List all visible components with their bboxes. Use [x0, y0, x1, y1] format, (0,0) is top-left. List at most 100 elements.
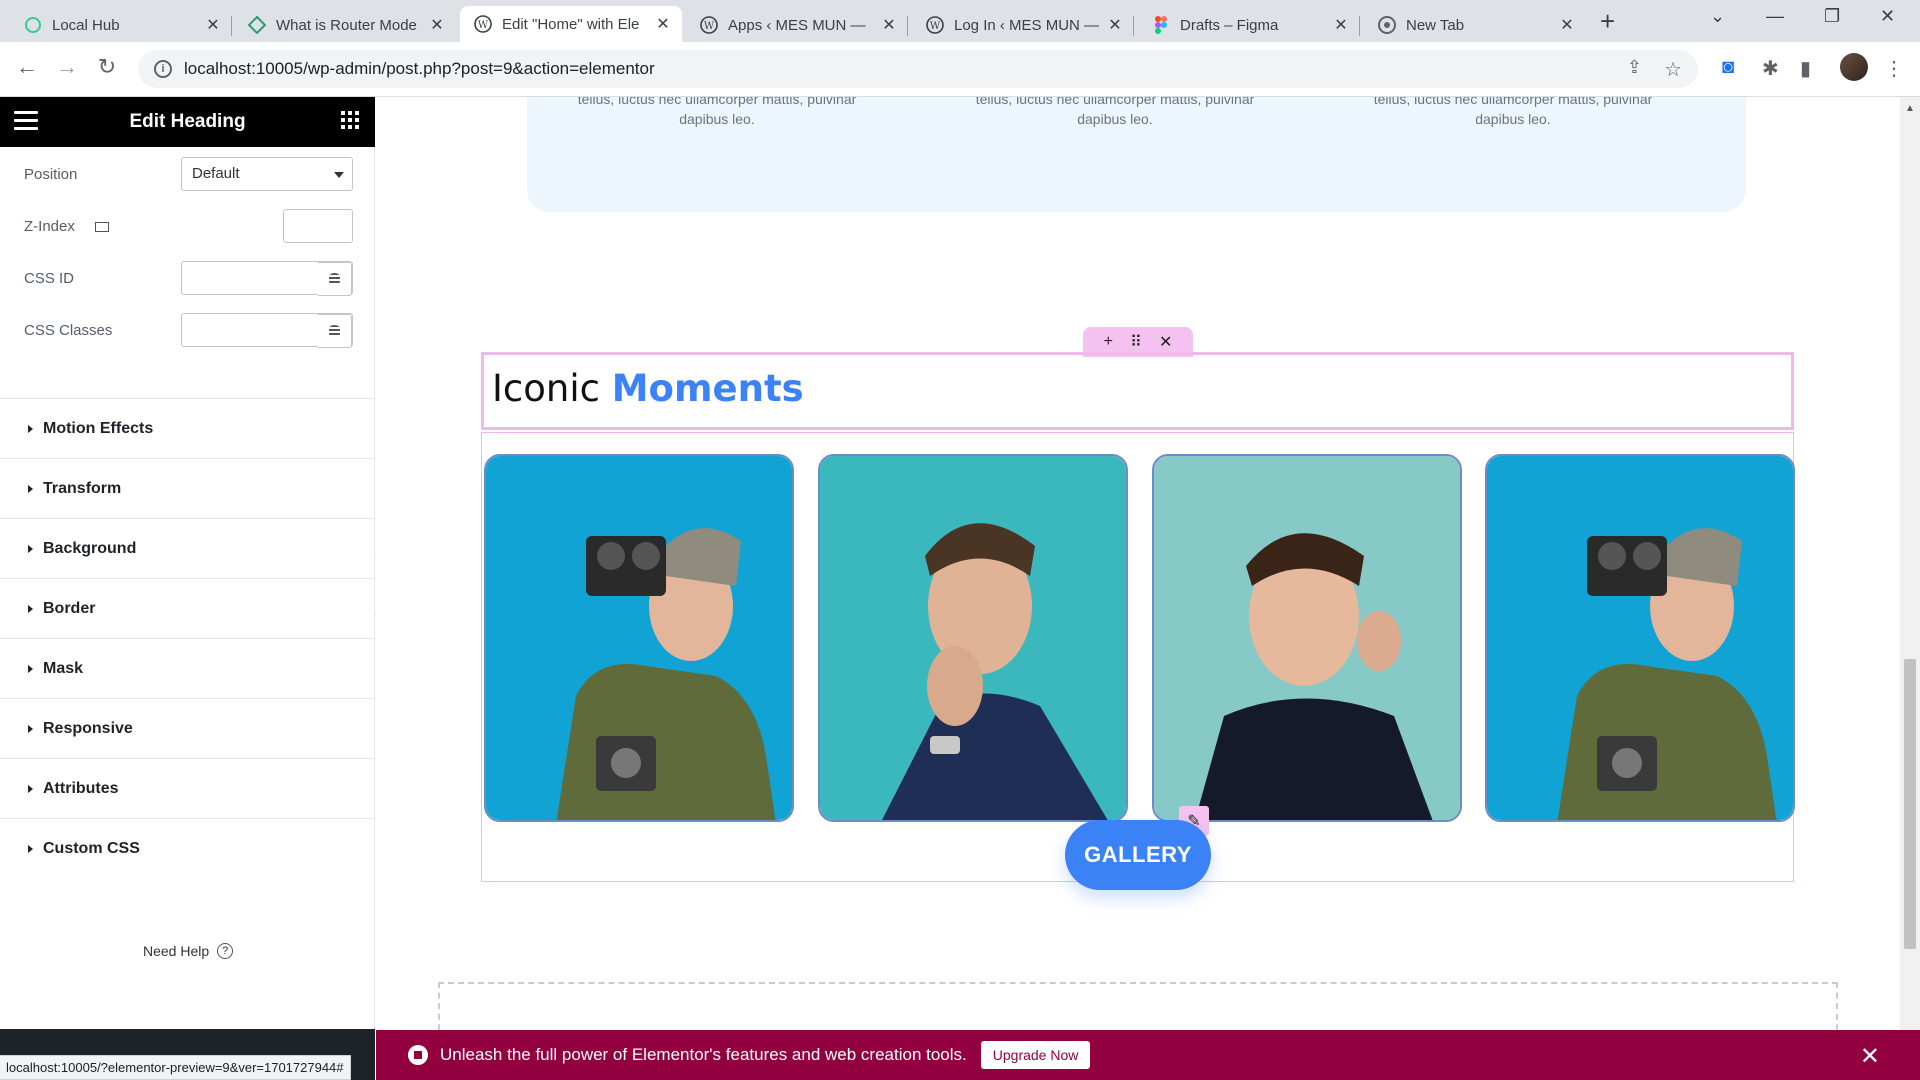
panel-title: Edit Heading: [129, 111, 246, 132]
extensions-icon[interactable]: ✱: [1762, 56, 1779, 81]
delete-section-icon[interactable]: ✕: [1159, 332, 1172, 352]
scrollbar-thumb[interactable]: [1904, 659, 1916, 949]
need-help-link[interactable]: Need Help ?: [143, 943, 234, 959]
tab-strip: Local Hub ✕ What is Router Mode ✕ W Edit…: [0, 0, 1920, 42]
tab-local-hub[interactable]: Local Hub ✕: [10, 8, 232, 42]
add-section-dropzone[interactable]: [438, 982, 1838, 1030]
caret-right-icon: [28, 844, 33, 853]
position-label: Position: [24, 166, 78, 183]
chrome-icon: [1378, 16, 1396, 34]
section-custom-css[interactable]: Custom CSS: [0, 818, 375, 878]
zindex-input[interactable]: [283, 209, 353, 243]
section-background[interactable]: Background: [0, 518, 375, 578]
window-close-icon[interactable]: ✕: [1880, 6, 1895, 27]
figma-icon: [1152, 16, 1170, 34]
css-classes-label: CSS Classes: [24, 322, 113, 339]
photo-man-thinking[interactable]: [818, 454, 1128, 822]
site-info-icon[interactable]: i: [154, 60, 172, 78]
close-icon[interactable]: ✕: [654, 14, 672, 34]
close-icon[interactable]: ✕: [428, 15, 446, 35]
caret-right-icon: [28, 724, 33, 733]
section-transform[interactable]: Transform: [0, 458, 375, 518]
upgrade-now-button[interactable]: Upgrade Now: [980, 1041, 1091, 1069]
photo-photographer-camera[interactable]: [484, 454, 794, 822]
feature-text: tellus, luctus nec ullamcorper mattis, p…: [1373, 97, 1653, 127]
section-responsive[interactable]: Responsive: [0, 698, 375, 758]
css-id-input[interactable]: [181, 261, 353, 296]
help-question-icon: ?: [217, 943, 234, 959]
url-text[interactable]: localhost:10005/wp-admin/post.php?post=9…: [184, 59, 655, 79]
close-icon[interactable]: ✕: [1558, 15, 1576, 35]
feature-text: tellus, luctus nec ullamcorper mattis, p…: [577, 97, 857, 127]
close-icon[interactable]: ✕: [204, 15, 222, 35]
css-classes-input[interactable]: [181, 313, 353, 348]
feature-text: tellus, luctus nec ullamcorper mattis, p…: [975, 97, 1255, 127]
caret-right-icon: [28, 544, 33, 553]
panel-header: Edit Heading: [0, 97, 375, 147]
back-icon[interactable]: ←: [12, 54, 42, 80]
dynamic-tags-icon[interactable]: [318, 262, 352, 296]
tab-search-icon[interactable]: ⌄: [1710, 6, 1725, 27]
elementor-panel: Edit Heading Position Default Z-Index CS…: [0, 97, 375, 1080]
css-classes-control: CSS Classes: [24, 313, 354, 348]
close-icon[interactable]: ✕: [1332, 15, 1350, 35]
restore-icon[interactable]: ❐: [1824, 6, 1840, 27]
wordpress-icon: W: [474, 15, 492, 33]
router-icon: [248, 16, 266, 34]
photo-photographer-camera[interactable]: [1485, 454, 1795, 822]
side-panel-icon[interactable]: ▮: [1800, 56, 1811, 81]
widgets-grid-icon[interactable]: [341, 111, 359, 129]
dynamic-tags-icon[interactable]: [318, 314, 352, 348]
page-scrollbar[interactable]: ▲: [1900, 97, 1920, 1080]
section-mask[interactable]: Mask: [0, 638, 375, 698]
menu-kebab-icon[interactable]: ⋮: [1884, 56, 1904, 81]
zindex-control: Z-Index: [24, 209, 354, 243]
tab-new-tab[interactable]: New Tab ✕: [1364, 8, 1586, 42]
drag-handle-icon[interactable]: ⠿: [1130, 332, 1142, 352]
section-border[interactable]: Border: [0, 578, 375, 638]
desktop-icon[interactable]: [95, 222, 110, 233]
close-icon[interactable]: ✕: [1106, 15, 1124, 35]
elementor-logo-icon: [408, 1045, 428, 1065]
section-heading: Iconic Moments: [492, 367, 804, 410]
bookmark-star-icon[interactable]: ☆: [1664, 57, 1682, 82]
svg-text:W: W: [478, 20, 489, 31]
tab-router-mode[interactable]: What is Router Mode ✕: [234, 8, 456, 42]
forward-icon[interactable]: →: [52, 54, 82, 80]
share-icon[interactable]: ⇪: [1627, 57, 1642, 78]
address-bar[interactable]: i localhost:10005/wp-admin/post.php?post…: [138, 50, 1698, 88]
wordpress-icon: W: [700, 16, 718, 34]
new-tab-button[interactable]: +: [1600, 8, 1615, 34]
add-section-icon[interactable]: +: [1104, 333, 1113, 351]
section-attributes[interactable]: Attributes: [0, 758, 375, 818]
scroll-up-icon[interactable]: ▲: [1905, 103, 1915, 114]
gallery-container[interactable]: [481, 432, 1795, 882]
gallery-button[interactable]: GALLERY: [1065, 820, 1211, 890]
screen-capture-icon[interactable]: ◙: [1722, 56, 1734, 79]
tab-login[interactable]: W Log In ‹ MES MUN — ✕: [912, 8, 1134, 42]
status-bar-url: localhost:10005/?elementor-preview=9&ver…: [0, 1055, 351, 1080]
zindex-label: Z-Index: [24, 218, 110, 235]
heading-widget[interactable]: Iconic Moments: [481, 352, 1794, 430]
svg-text:W: W: [930, 21, 941, 32]
css-id-label: CSS ID: [24, 270, 75, 287]
caret-right-icon: [28, 424, 33, 433]
close-banner-icon[interactable]: ✕: [1860, 1042, 1880, 1071]
reload-icon[interactable]: ↻: [92, 54, 122, 80]
preview-canvas: tellus, luctus nec ullamcorper mattis, p…: [376, 97, 1900, 1030]
minimize-icon[interactable]: —: [1766, 6, 1784, 27]
tab-figma[interactable]: Drafts – Figma ✕: [1138, 8, 1360, 42]
profile-avatar[interactable]: [1840, 53, 1868, 81]
chevron-down-icon: [334, 172, 344, 178]
photo-man-smiling[interactable]: [1152, 454, 1462, 822]
position-select[interactable]: Default: [181, 157, 353, 191]
section-motion-effects[interactable]: Motion Effects: [0, 398, 375, 458]
css-id-control: CSS ID: [24, 261, 354, 296]
caret-right-icon: [28, 604, 33, 613]
promo-banner: Unleash the full power of Elementor's fe…: [376, 1030, 1920, 1080]
browser-chrome: Local Hub ✕ What is Router Mode ✕ W Edit…: [0, 0, 1920, 97]
local-icon: [24, 16, 42, 34]
tab-apps[interactable]: W Apps ‹ MES MUN — ✕: [686, 8, 908, 42]
tab-edit-home[interactable]: W Edit "Home" with Ele ✕: [460, 6, 682, 42]
close-icon[interactable]: ✕: [880, 15, 898, 35]
